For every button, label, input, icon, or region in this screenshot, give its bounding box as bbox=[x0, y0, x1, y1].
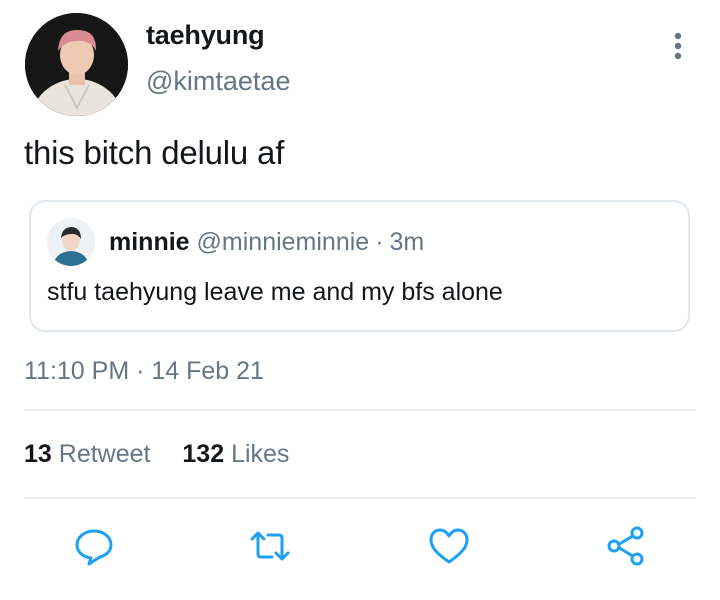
retweets-count: 13 bbox=[24, 440, 52, 468]
likes-stat[interactable]: 132 Likes bbox=[182, 440, 289, 469]
tweet-stats: 13 Retweet 132 Likes bbox=[24, 440, 289, 469]
quoted-author-name: minnie bbox=[109, 228, 190, 256]
tweet-text: this bitch delulu af bbox=[24, 134, 285, 171]
likes-count: 132 bbox=[182, 440, 225, 468]
share-icon[interactable] bbox=[604, 524, 648, 568]
reply-icon[interactable] bbox=[72, 524, 116, 568]
likes-label: Likes bbox=[231, 440, 290, 468]
tweet-timestamp[interactable]: 11:10 PM · 14 Feb 21 bbox=[24, 357, 264, 386]
author-display-name[interactable]: taehyung bbox=[146, 20, 265, 51]
quoted-tweet-age: 3m bbox=[389, 228, 425, 256]
author-handle[interactable]: @kimtaetae bbox=[146, 66, 290, 97]
author-avatar[interactable] bbox=[25, 13, 128, 116]
more-vertical-icon[interactable] bbox=[666, 30, 690, 64]
tweet-card: taehyung @kimtaetae this bitch delulu af… bbox=[0, 0, 720, 600]
divider bbox=[24, 409, 696, 411]
retweets-stat[interactable]: 13 Retweet bbox=[24, 440, 150, 469]
quoted-separator: · bbox=[375, 228, 384, 256]
quoted-tweet-text: stfu taehyung leave me and my bfs alone bbox=[47, 278, 503, 306]
retweet-icon[interactable] bbox=[248, 524, 292, 568]
retweets-label: Retweet bbox=[58, 440, 151, 468]
heart-icon[interactable] bbox=[427, 524, 471, 568]
quoted-author-handle: @minnieminnie bbox=[196, 228, 370, 256]
quoted-author-avatar bbox=[47, 218, 95, 266]
divider bbox=[24, 497, 696, 499]
quoted-tweet-header: minnie @minnieminnie · 3m bbox=[109, 228, 424, 257]
quoted-tweet[interactable]: minnie @minnieminnie · 3m stfu taehyung le… bbox=[29, 200, 690, 332]
